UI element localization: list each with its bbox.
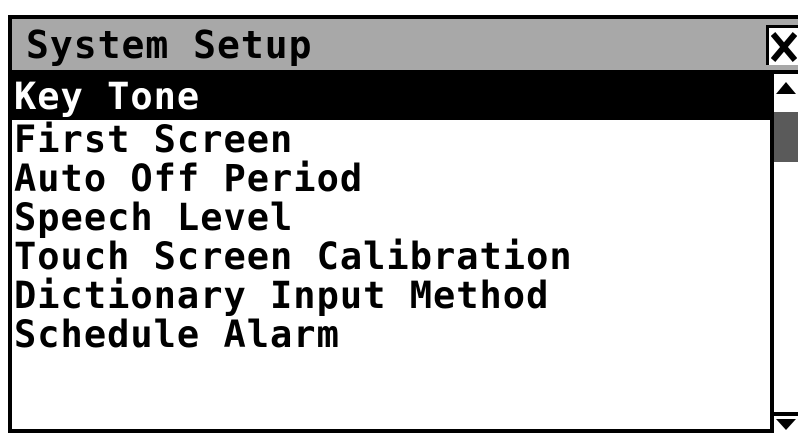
menu-item-label: Dictionary Input Method	[14, 274, 550, 317]
scroll-down-button[interactable]	[774, 411, 798, 433]
menu-item-label: Schedule Alarm	[14, 313, 340, 356]
menu-item-dictionary-input-method[interactable]: Dictionary Input Method	[12, 276, 770, 315]
menu-item-key-tone[interactable]: Key Tone	[12, 74, 770, 120]
close-button[interactable]	[766, 25, 798, 65]
scrollbar-thumb[interactable]	[774, 112, 798, 162]
menu-item-schedule-alarm[interactable]: Schedule Alarm	[12, 315, 770, 354]
titlebar: System Setup	[12, 19, 798, 74]
menu-item-label: Key Tone	[14, 75, 201, 118]
menu-item-label: Touch Screen Calibration	[14, 235, 573, 278]
close-icon	[771, 32, 797, 62]
menu-item-speech-level[interactable]: Speech Level	[12, 198, 770, 237]
menu-item-label: Speech Level	[14, 196, 294, 239]
scroll-down-arrow-icon	[774, 412, 798, 430]
system-setup-window: System Setup Key Tone First Screen Auto …	[8, 15, 798, 433]
menu-item-label: Auto Off Period	[14, 157, 364, 200]
menu-item-auto-off-period[interactable]: Auto Off Period	[12, 159, 770, 198]
scroll-up-arrow-icon	[776, 82, 796, 94]
menu-item-label: First Screen	[14, 118, 294, 161]
vertical-scrollbar[interactable]	[770, 74, 798, 433]
window-title: System Setup	[26, 23, 313, 67]
scroll-up-button[interactable]	[774, 74, 798, 100]
menu-item-touch-screen-calibration[interactable]: Touch Screen Calibration	[12, 237, 770, 276]
setup-menu-list: Key Tone First Screen Auto Off Period Sp…	[12, 74, 770, 433]
menu-item-first-screen[interactable]: First Screen	[12, 120, 770, 159]
